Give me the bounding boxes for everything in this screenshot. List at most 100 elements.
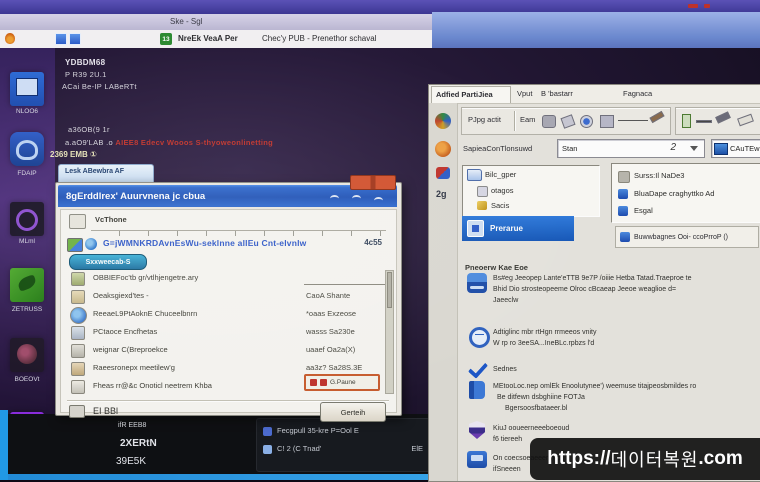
notification-right: ElE <box>411 444 423 453</box>
menu-item-help[interactable]: Fagnaca <box>623 89 652 98</box>
notification-panel[interactable]: Fecgpull 35-kre P=Ool E C! 2 (C Tnad' El… <box>256 418 430 472</box>
item-line: Bs#eg Jeeopep Lante'eTTB 9e7P /oiiie Het… <box>493 275 692 282</box>
scan-number: 2 <box>670 142 676 153</box>
desktop-note: YDBDM68 <box>65 58 106 67</box>
property-row-label: Raeesronepx meetilew'g <box>93 363 175 372</box>
watermark-korean: 데이터복원 <box>610 450 699 470</box>
save-icon[interactable] <box>600 115 614 128</box>
scrollbar[interactable] <box>385 270 394 394</box>
globe-icon <box>469 327 490 348</box>
list-item[interactable]: BluaDape craghyttko Ad <box>634 189 714 198</box>
list-item[interactable]: Surss:Il NaDe3 <box>634 171 684 180</box>
pencil-icon[interactable] <box>649 110 665 124</box>
menu-item-view[interactable]: Vput <box>517 89 532 98</box>
tree-item-selected[interactable]: Prerarue <box>462 216 574 241</box>
desktop-icon-label: ZETRUSS <box>11 306 43 313</box>
item-line: KiuJ ooueerneeeboeoud <box>493 425 570 432</box>
drive-icon <box>67 238 83 252</box>
desktop-icon-computer[interactable] <box>10 72 44 106</box>
menu-bar-text[interactable]: Ske - Sgl <box>170 17 202 26</box>
notification-icon <box>263 427 272 436</box>
tree-item[interactable]: Bilc_gper <box>485 170 516 179</box>
item-line: ifSneeen <box>493 466 521 473</box>
disc-icon[interactable] <box>580 115 593 128</box>
brush-icon[interactable] <box>715 111 731 124</box>
dialog-title: 8gErddlrex' Auurvnena jc cbua <box>66 190 206 202</box>
eraser-icon[interactable] <box>737 113 754 127</box>
dialog-tab[interactable]: Lesk ABewbra AF <box>58 164 154 184</box>
check-icon <box>467 358 489 379</box>
tree-panel: Bilc_gper otagos Sacis <box>462 165 600 217</box>
dialog-frame: 8gErddlrex' Auurvnena jc cbua VcThone G=… <box>55 182 402 422</box>
scan-value: Stan <box>562 144 578 153</box>
stamp-icon[interactable] <box>542 115 556 128</box>
address-badge: 4c55 <box>364 238 382 247</box>
property-row-label: Oeaksgiexd'tes - <box>93 291 149 300</box>
item-line: Bgersoosfbataeer.bl <box>505 405 568 412</box>
notification-text[interactable]: Fecgpull 35-kre P=Ool E <box>277 426 359 435</box>
watermark: https://데이터복원 .com <box>530 438 760 480</box>
desktop-icon-disc[interactable] <box>10 338 44 372</box>
flag-icon[interactable] <box>436 167 450 179</box>
property-row-label: Fheas rr@&c Onoticl neetrem Khba <box>93 381 212 390</box>
desktop-note: P R39 2U.1 <box>65 70 107 79</box>
desktop-note: ACai Be-IP LABeRTt <box>62 82 137 91</box>
maximize-icon[interactable] <box>352 195 361 202</box>
taskbar-stat: 2XERtN <box>120 438 157 449</box>
notification-text[interactable]: C! 2 (C Tnad' <box>277 444 321 453</box>
database-icon <box>467 273 487 293</box>
tree-item-label: Prerarue <box>490 224 523 233</box>
property-row-value: wasss Sa230e <box>306 327 355 336</box>
address-text[interactable]: G=jWMNKRDAvnEsWu-seklnne allEu Cnt-elvnl… <box>103 238 307 248</box>
camera-combobox[interactable]: CAuTEw <box>711 139 760 158</box>
taskbar-area: ifR EEB8 2XERtN 39E5K Fecgpull 35-kre P=… <box>8 414 432 476</box>
tree-item[interactable]: otagos <box>491 186 514 195</box>
dialog-title-bar: 8gErddlrex' Auurvnena jc cbua <box>58 185 397 207</box>
app-badge: 13 <box>160 33 172 45</box>
red-mark <box>704 4 710 8</box>
scrollbar-thumb[interactable] <box>387 272 392 308</box>
red-mark <box>688 4 698 8</box>
tree-item[interactable]: Sacis <box>491 201 509 210</box>
window-side-strip: 2g <box>429 103 458 481</box>
desktop-icon-app[interactable] <box>10 132 44 166</box>
node-icon <box>477 186 488 197</box>
cancel-button[interactable]: Gerteih <box>320 402 386 422</box>
menu-item-file[interactable]: Adfied PartiJiea <box>431 86 511 103</box>
menu-bar: Ske - Sgl <box>0 14 432 30</box>
desktop-note-line: a.aO9'LAB .o AIEE8 Edecv Wooos S-thyoweo… <box>65 138 273 147</box>
status-pill-button[interactable]: Sxxweecab-S <box>69 254 147 270</box>
desktop-note: a36OB(9 1r <box>68 125 110 134</box>
globe-icon <box>85 238 97 250</box>
flame-icon[interactable] <box>5 33 15 44</box>
toolbar-group <box>675 107 760 135</box>
close-button[interactable] <box>350 175 396 190</box>
folder-icon <box>467 169 482 181</box>
monitor-icon <box>714 143 728 155</box>
item-icon <box>618 206 628 216</box>
file-icon <box>71 344 85 358</box>
title-toolbar: 13 NreEk VeaA Per Chec'y PUB - Prenethor… <box>0 30 432 48</box>
item-line: f6 tiereeh <box>493 436 523 443</box>
globe-color-icon[interactable] <box>435 113 451 129</box>
close-icon[interactable] <box>374 197 383 204</box>
menu-item-tools[interactable]: B 'bastarr <box>541 89 573 98</box>
partition-icon <box>467 220 484 237</box>
desktop-icon-ring[interactable] <box>10 202 44 236</box>
windows-icon[interactable] <box>55 33 81 45</box>
desktop-icon-label: BOEOVt <box>14 376 40 383</box>
battery-icon[interactable] <box>682 114 691 128</box>
footer-divider <box>67 400 389 401</box>
taskbar-stat: 39E5K <box>116 456 147 467</box>
chevron-down-icon[interactable] <box>690 146 698 151</box>
taskbar-stat: ifR EEB8 <box>118 422 147 429</box>
pen-icon[interactable] <box>560 114 576 129</box>
toolbar-separator <box>514 111 515 131</box>
minimize-icon[interactable] <box>330 195 339 202</box>
orange-orb-icon[interactable] <box>435 141 451 157</box>
desktop-icon-leaf[interactable] <box>10 268 44 302</box>
list-item[interactable]: Esgal <box>634 206 653 215</box>
banner-text: Buwwbagnes Ooi- ccoPrroP () <box>634 233 729 241</box>
ok-button[interactable]: G.Paune <box>304 374 380 391</box>
scan-combobox[interactable]: Stan 2 <box>557 139 705 158</box>
